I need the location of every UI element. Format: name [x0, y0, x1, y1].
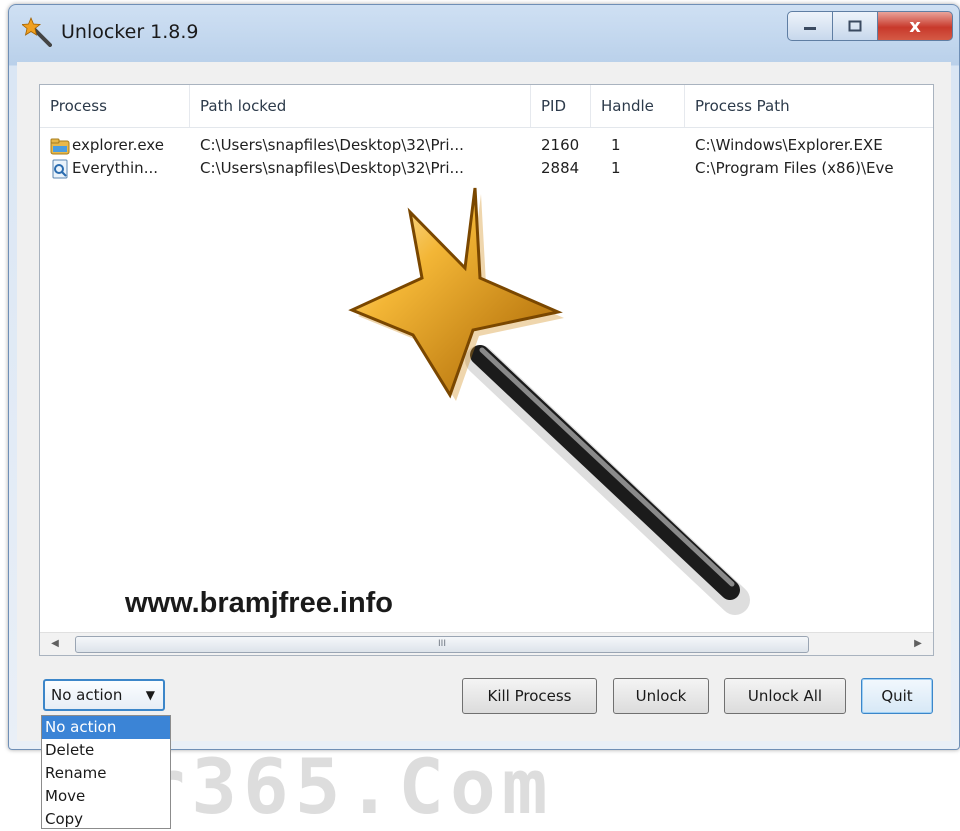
maximize-button[interactable] — [833, 11, 878, 41]
caption-buttons: x — [787, 11, 953, 41]
pid: 2884 — [541, 159, 580, 177]
column-header-process[interactable]: Process — [40, 85, 190, 127]
maximize-icon — [848, 20, 862, 32]
window-title: Unlocker 1.8.9 — [61, 21, 199, 43]
process-name: explorer.exe — [72, 136, 164, 154]
wand-icon — [22, 17, 52, 47]
process-path: C:\Program Files (x86)\Eve — [695, 159, 894, 177]
table-row[interactable]: Everythin... C:\Users\snapfiles\Desktop\… — [40, 157, 933, 180]
everything-icon — [52, 159, 68, 179]
unlock-all-button[interactable]: Unlock All — [724, 678, 846, 714]
column-header-pid[interactable]: PID — [531, 85, 591, 127]
column-header-process-path[interactable]: Process Path — [685, 85, 933, 127]
dropdown-option-move[interactable]: Move — [42, 785, 170, 808]
process-name: Everythin... — [72, 159, 158, 177]
column-header-path-locked[interactable]: Path locked — [190, 85, 531, 127]
dropdown-option-copy[interactable]: Copy — [42, 808, 170, 831]
explorer-icon — [50, 138, 70, 155]
close-icon: x — [909, 15, 921, 37]
scroll-left-icon[interactable]: ◀ — [44, 633, 66, 655]
minimize-button[interactable] — [787, 11, 833, 41]
magic-wand-icon — [348, 187, 750, 615]
quit-button[interactable]: Quit — [861, 678, 933, 714]
table-row[interactable]: explorer.exe C:\Users\snapfiles\Desktop\… — [40, 134, 933, 157]
dropdown-option-delete[interactable]: Delete — [42, 739, 170, 762]
path-locked: C:\Users\snapfiles\Desktop\32\Pri... — [200, 136, 464, 154]
unlocker-window: Unlocker 1.8.9 x Process Path locked PID… — [8, 4, 960, 750]
action-select[interactable]: No action ▼ — [43, 679, 165, 711]
column-header-handle[interactable]: Handle — [591, 85, 685, 127]
horizontal-scrollbar[interactable]: ◀ III ▶ — [40, 632, 933, 655]
title-bar[interactable]: Unlocker 1.8.9 x — [9, 5, 959, 61]
action-select-value: No action — [51, 686, 123, 704]
path-locked: C:\Users\snapfiles\Desktop\32\Pri... — [200, 159, 464, 177]
list-header: Process Path locked PID Handle Process P… — [40, 85, 933, 128]
minimize-icon — [804, 27, 816, 30]
scroll-thumb[interactable]: III — [75, 636, 809, 653]
handle: 1 — [611, 136, 621, 154]
dropdown-option-rename[interactable]: Rename — [42, 762, 170, 785]
dropdown-option-no-action[interactable]: No action — [42, 716, 170, 739]
process-list[interactable]: Process Path locked PID Handle Process P… — [39, 84, 934, 656]
client-area: Process Path locked PID Handle Process P… — [17, 62, 951, 741]
pid: 2160 — [541, 136, 580, 154]
action-dropdown-list[interactable]: No action Delete Rename Move Copy — [41, 715, 171, 829]
kill-process-button[interactable]: Kill Process — [462, 678, 597, 714]
close-button[interactable]: x — [878, 11, 953, 41]
chevron-down-icon: ▼ — [145, 688, 155, 702]
process-path: C:\Windows\Explorer.EXE — [695, 136, 883, 154]
handle: 1 — [611, 159, 621, 177]
watermark-url: www.bramjfree.info — [125, 587, 394, 619]
unlock-button[interactable]: Unlock — [613, 678, 709, 714]
scroll-right-icon[interactable]: ▶ — [907, 633, 929, 655]
